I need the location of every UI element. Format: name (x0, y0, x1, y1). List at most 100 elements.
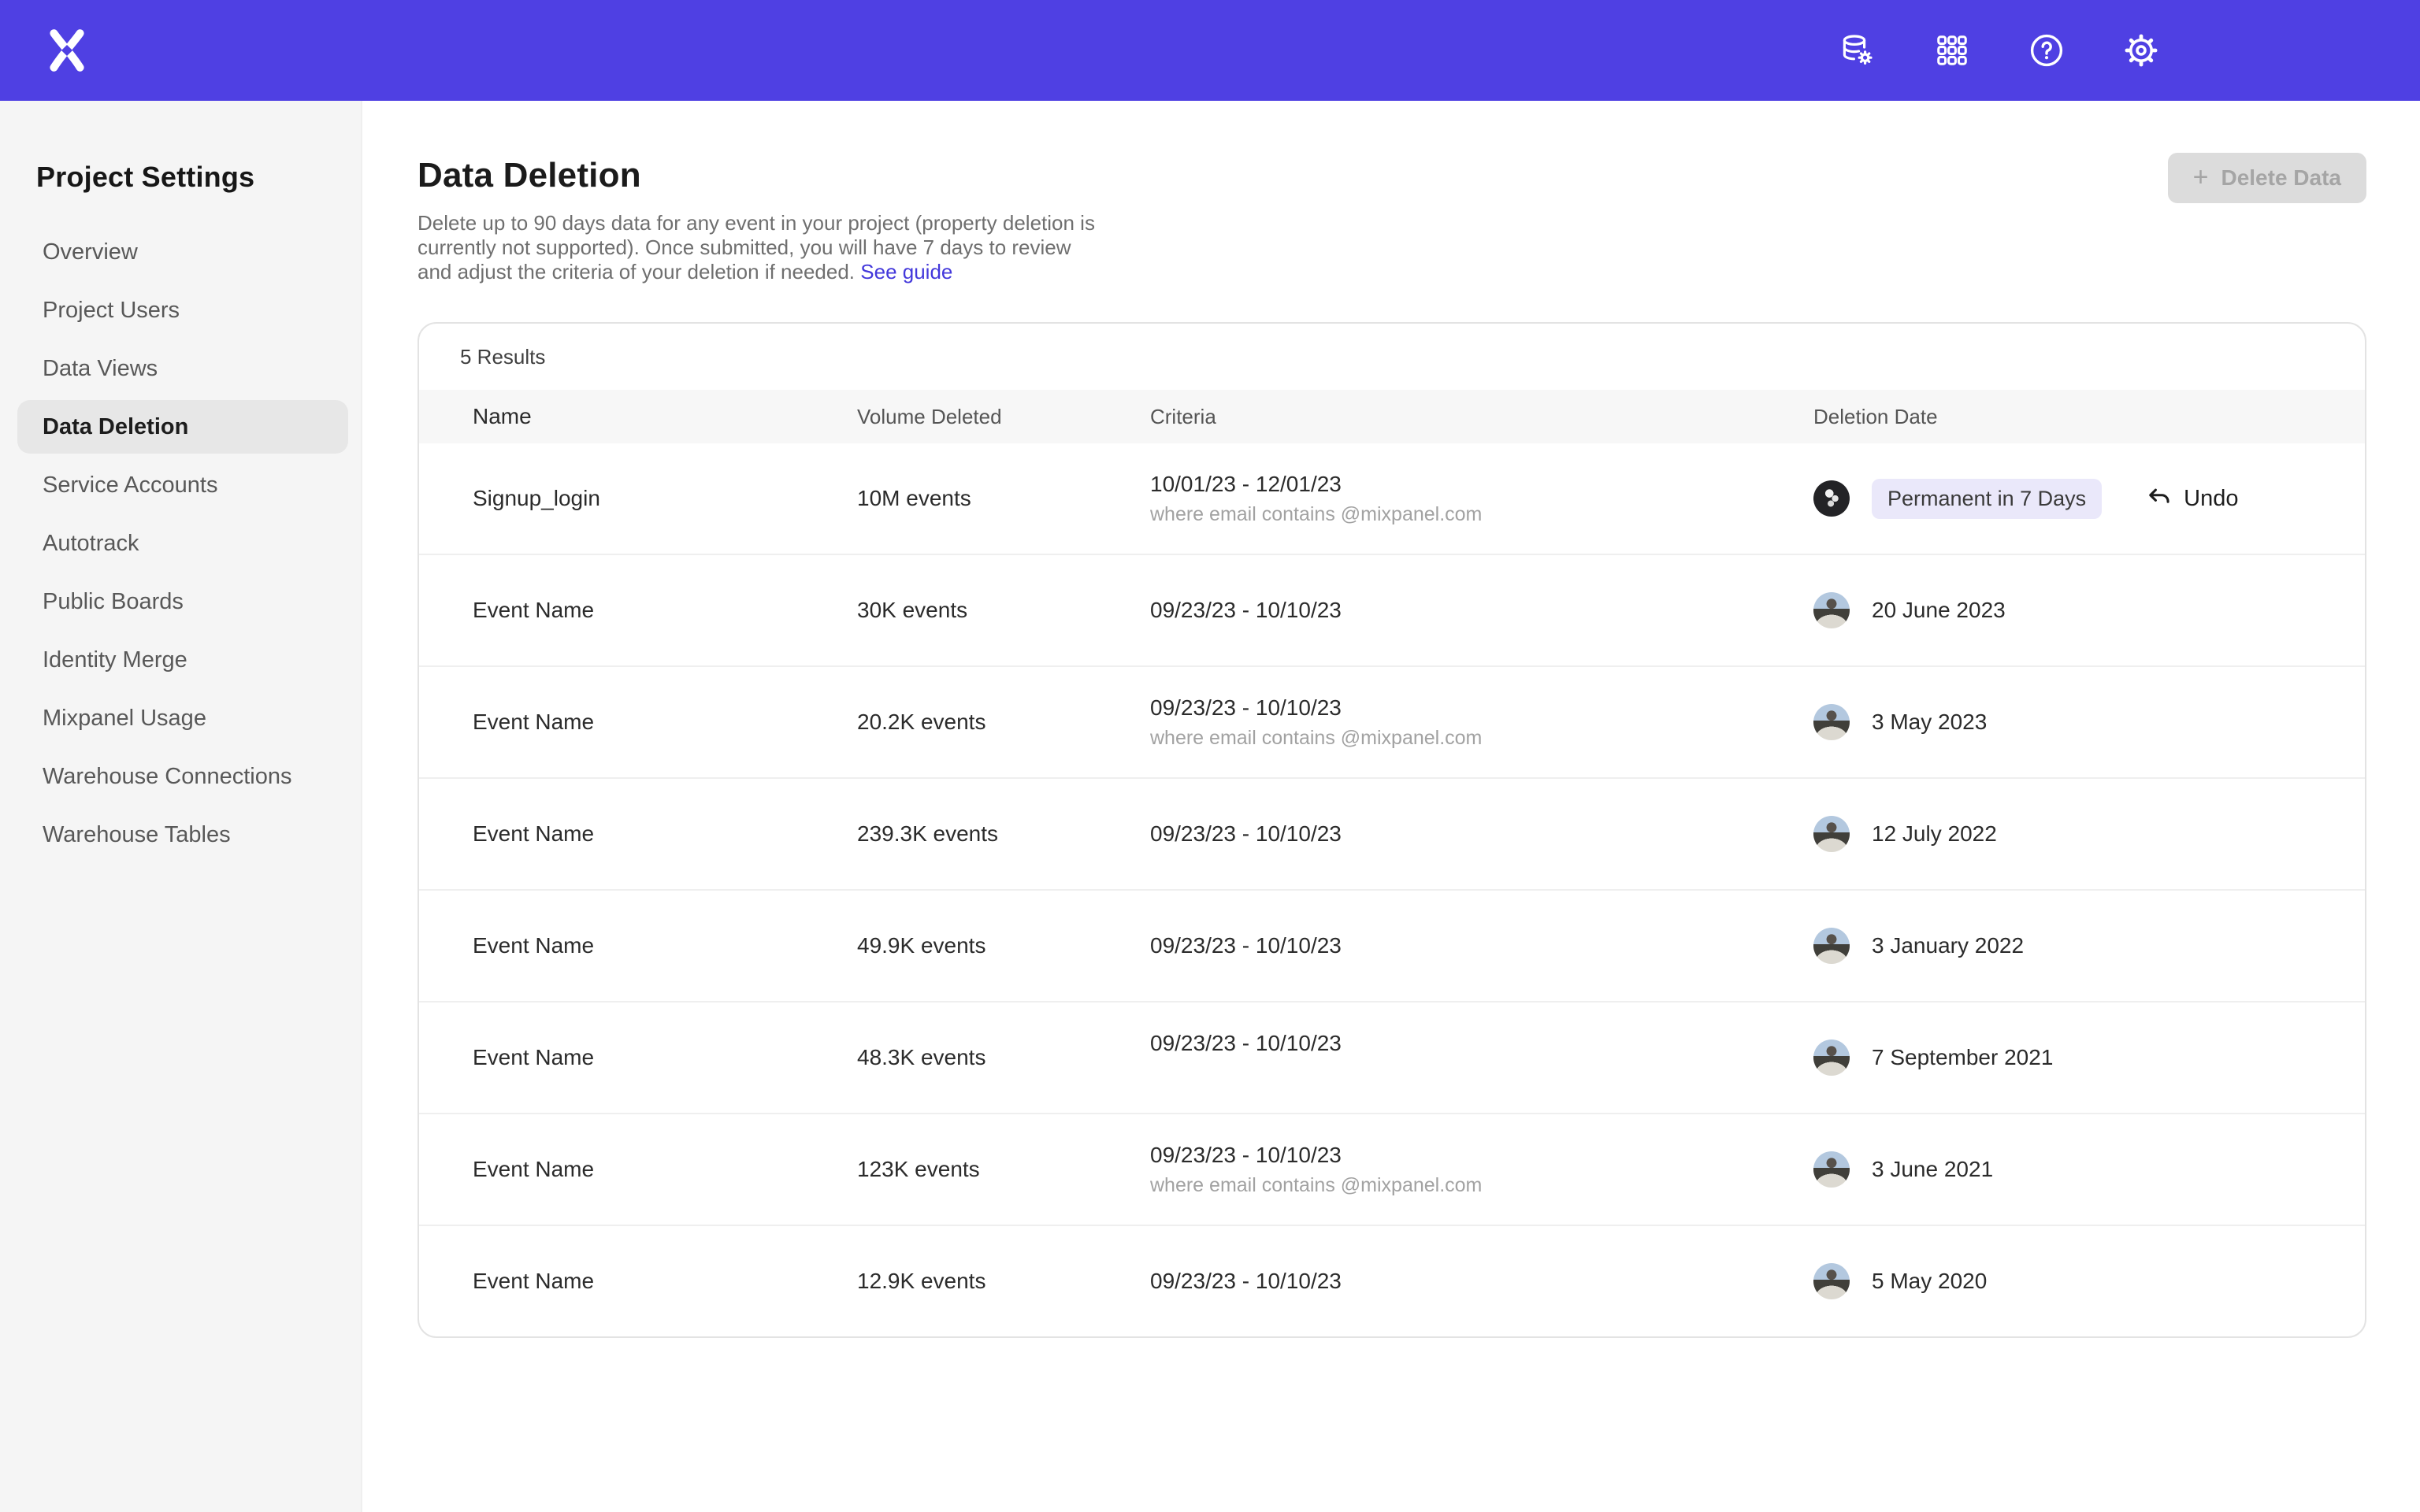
row-volume-deleted: 12.9K events (857, 1269, 1150, 1294)
row-volume-deleted: 123K events (857, 1157, 1150, 1182)
row-criteria-range: 09/23/23 - 10/10/23 (1150, 1143, 1813, 1168)
delete-data-button-label: Delete Data (2221, 165, 2341, 191)
sidebar-title: Project Settings (36, 161, 361, 194)
row-volume-deleted: 10M events (857, 486, 1150, 511)
see-guide-link[interactable]: See guide (860, 260, 952, 284)
sidebar-item-autotrack[interactable]: Autotrack (17, 517, 348, 570)
table-row: Event Name 123K events 09/23/23 - 10/10/… (419, 1114, 2365, 1226)
apps-grid-icon[interactable] (1933, 32, 1971, 69)
mixpanel-logo[interactable] (47, 28, 88, 72)
undo-label: Undo (2184, 486, 2238, 512)
sidebar-item-warehouse-tables[interactable]: Warehouse Tables (17, 808, 348, 862)
row-event-name: Event Name (419, 1157, 857, 1182)
table-row: Event Name 12.9K events 09/23/23 - 10/10… (419, 1226, 2365, 1336)
row-deletion-date: 3 June 2021 (1813, 1151, 2365, 1188)
page-description-text: Delete up to 90 days data for any event … (418, 211, 1095, 284)
row-deletion-date: Permanent in 7 Days Undo (1813, 479, 2365, 519)
row-criteria-range: 10/01/23 - 12/01/23 (1150, 472, 1813, 497)
row-criteria: 09/23/23 - 10/10/23 (1150, 1269, 1813, 1294)
page-header: Data Deletion Delete up to 90 days data … (418, 156, 2366, 284)
data-management-icon[interactable] (1839, 32, 1876, 69)
row-deletion-date: 3 May 2023 (1813, 704, 2365, 740)
row-criteria: 09/23/23 - 10/10/23 where email contains… (1150, 1143, 1813, 1197)
row-volume-deleted: 239.3K events (857, 821, 1150, 847)
user-avatar (1813, 480, 1850, 517)
deletion-date-text: 7 September 2021 (1872, 1045, 2053, 1070)
user-avatar (1813, 1151, 1850, 1188)
nav-icon-group (1839, 32, 2160, 69)
row-deletion-date: 5 May 2020 (1813, 1263, 2365, 1299)
column-header-deletion-date: Deletion Date (1813, 405, 2365, 429)
user-avatar (1813, 704, 1850, 740)
table-body: Signup_login 10M events 10/01/23 - 12/01… (419, 443, 2365, 1336)
sidebar-item-service-accounts[interactable]: Service Accounts (17, 458, 348, 512)
row-criteria-filter: where email contains @mixpanel.com (1150, 503, 1813, 526)
deletion-date-text: 3 June 2021 (1872, 1157, 1993, 1182)
row-criteria: 09/23/23 - 10/10/23 (1150, 598, 1813, 623)
settings-icon[interactable] (2122, 32, 2160, 69)
table-row: Event Name 20.2K events 09/23/23 - 10/10… (419, 667, 2365, 779)
user-avatar (1813, 928, 1850, 964)
plus-icon: + (2193, 164, 2209, 191)
column-header-name: Name (419, 404, 857, 429)
row-event-name: Event Name (419, 933, 857, 958)
row-event-name: Event Name (419, 1269, 857, 1294)
row-criteria: 09/23/23 - 10/10/23 (1150, 821, 1813, 847)
row-criteria-range: 09/23/23 - 10/10/23 (1150, 1031, 1813, 1056)
undo-button[interactable]: Undo (2146, 485, 2238, 512)
row-deletion-date: 7 September 2021 (1813, 1040, 2365, 1076)
row-criteria: 09/23/23 - 10/10/23 where email contains… (1150, 695, 1813, 750)
sidebar-nav: OverviewProject UsersData ViewsData Dele… (0, 225, 361, 862)
status-badge: Permanent in 7 Days (1872, 479, 2102, 519)
table-row: Event Name 48.3K events 09/23/23 - 10/10… (419, 1002, 2365, 1114)
row-criteria-range: 09/23/23 - 10/10/23 (1150, 933, 1813, 958)
deletion-date-text: 3 January 2022 (1872, 933, 2024, 958)
row-deletion-date: 3 January 2022 (1813, 928, 2365, 964)
table-header-row: Name Volume Deleted Criteria Deletion Da… (419, 390, 2365, 443)
row-deletion-date: 20 June 2023 (1813, 592, 2365, 628)
row-criteria-range: 09/23/23 - 10/10/23 (1150, 598, 1813, 623)
table-row: Event Name 49.9K events 09/23/23 - 10/10… (419, 891, 2365, 1002)
deletion-table-card: 5 Results Name Volume Deleted Criteria D… (418, 322, 2366, 1338)
results-count: 5 Results (419, 324, 2365, 390)
main-content: Data Deletion Delete up to 90 days data … (362, 101, 2420, 1512)
delete-data-button[interactable]: + Delete Data (2168, 153, 2366, 203)
sidebar-item-identity-merge[interactable]: Identity Merge (17, 633, 348, 687)
sidebar-item-mixpanel-usage[interactable]: Mixpanel Usage (17, 691, 348, 745)
sidebar-item-data-views[interactable]: Data Views (17, 342, 348, 395)
row-criteria-filter: where email contains @mixpanel.com (1150, 1174, 1813, 1197)
column-header-criteria: Criteria (1150, 405, 1813, 429)
page-description: Delete up to 90 days data for any event … (418, 211, 1106, 284)
table-row: Signup_login 10M events 10/01/23 - 12/01… (419, 443, 2365, 555)
row-event-name: Event Name (419, 710, 857, 735)
user-avatar (1813, 1263, 1850, 1299)
sidebar: Project Settings OverviewProject UsersDa… (0, 101, 362, 1512)
row-criteria: 10/01/23 - 12/01/23 where email contains… (1150, 472, 1813, 526)
row-criteria: 09/23/23 - 10/10/23 (1150, 1031, 1813, 1085)
table-row: Event Name 30K events 09/23/23 - 10/10/2… (419, 555, 2365, 667)
row-event-name: Signup_login (419, 486, 857, 511)
row-criteria-filter: where email contains @mixpanel.com (1150, 727, 1813, 750)
sidebar-item-public-boards[interactable]: Public Boards (17, 575, 348, 628)
deletion-date-text: 5 May 2020 (1872, 1269, 1987, 1294)
row-volume-deleted: 49.9K events (857, 933, 1150, 958)
sidebar-item-overview[interactable]: Overview (17, 225, 348, 279)
row-criteria-range: 09/23/23 - 10/10/23 (1150, 1269, 1813, 1294)
table-row: Event Name 239.3K events 09/23/23 - 10/1… (419, 779, 2365, 891)
undo-icon (2146, 485, 2173, 512)
deletion-date-text: 12 July 2022 (1872, 821, 1997, 847)
row-event-name: Event Name (419, 1045, 857, 1070)
row-deletion-date: 12 July 2022 (1813, 816, 2365, 852)
column-header-volume: Volume Deleted (857, 405, 1150, 429)
sidebar-item-warehouse-connections[interactable]: Warehouse Connections (17, 750, 348, 803)
sidebar-item-project-users[interactable]: Project Users (17, 284, 348, 337)
row-event-name: Event Name (419, 821, 857, 847)
sidebar-item-data-deletion[interactable]: Data Deletion (17, 400, 348, 454)
row-criteria-range: 09/23/23 - 10/10/23 (1150, 821, 1813, 847)
row-event-name: Event Name (419, 598, 857, 623)
user-avatar (1813, 592, 1850, 628)
row-volume-deleted: 30K events (857, 598, 1150, 623)
top-nav (0, 0, 2420, 101)
page-title: Data Deletion (418, 156, 2366, 195)
help-icon[interactable] (2028, 32, 2066, 69)
